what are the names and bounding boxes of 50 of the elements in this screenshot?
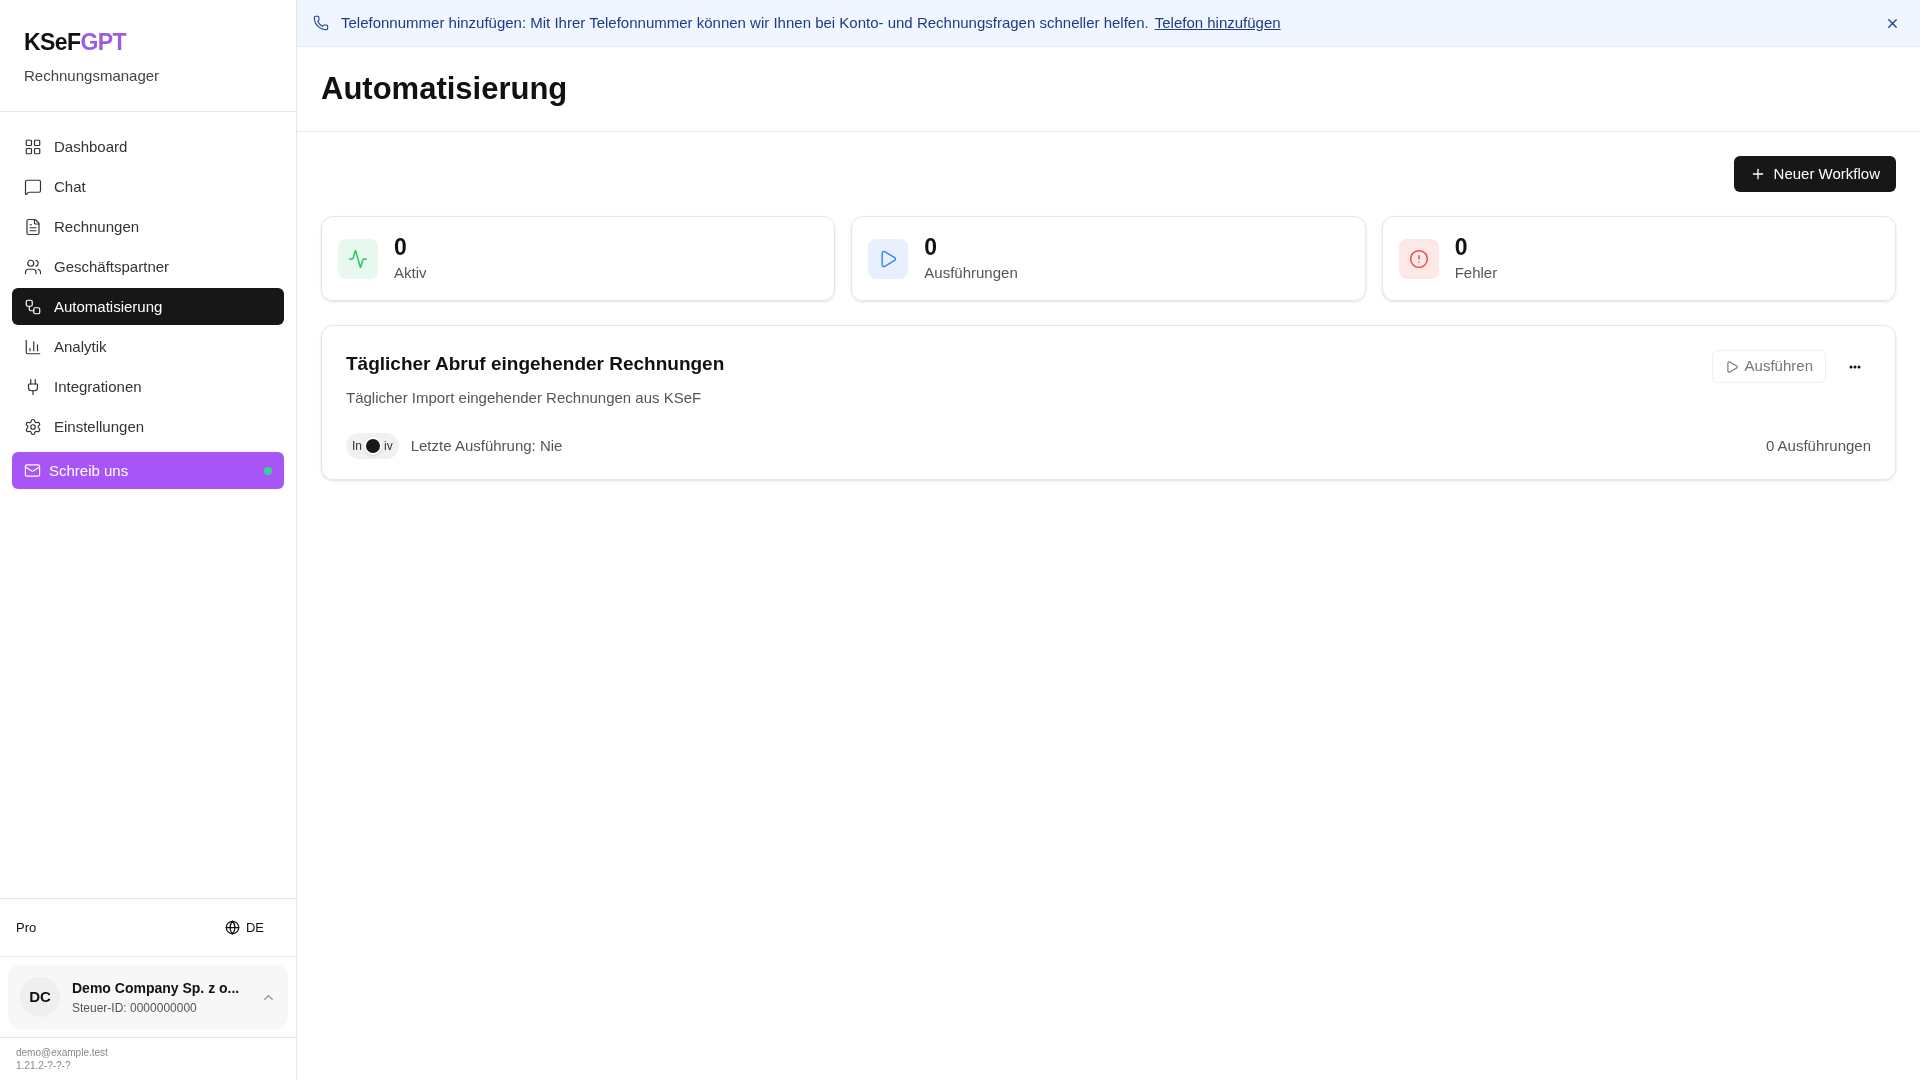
user-email: demo@example.test [16, 1046, 108, 1059]
new-workflow-button[interactable]: Neuer Workflow [1733, 156, 1896, 192]
nav-item[interactable]: Analytik [12, 328, 284, 366]
nav-item[interactable]: Chat [12, 168, 284, 206]
page-title: Automatisierung [321, 69, 568, 108]
plan-label: Pro [16, 918, 37, 937]
tax-id: Steuer-ID: 0000000000 [72, 999, 198, 1017]
users-icon [24, 257, 42, 276]
nav-item[interactable]: Geschäftspartner [12, 248, 284, 286]
stat-value: 0 [394, 232, 408, 262]
nav-item[interactable]: Rechnungen [12, 208, 284, 246]
mail-icon [24, 462, 41, 480]
nav-item[interactable]: Einstellungen [12, 408, 284, 446]
stat-label: Ausführungen [924, 262, 1018, 283]
nav-item[interactable]: Dashboard [12, 128, 284, 166]
last-run-text: Letzte Ausführung: Nie [410, 435, 564, 456]
nav-item[interactable]: Integrationen [12, 368, 284, 406]
language-button[interactable]: DE [224, 917, 280, 938]
workflow-title: Täglicher Abruf eingehender Rechnungen [346, 352, 726, 376]
run-button[interactable]: Ausführen [1711, 350, 1826, 383]
chat-icon [24, 177, 42, 196]
more-icon [1848, 364, 1861, 369]
app-version: 1.21.2-?-?-? [16, 1059, 71, 1072]
banner-text: Telefonnummer hinzufügen: Mit Ihrer Telefonnummer können wir Ihnen bei Konto- und Rechnungsfragen schneller helfen. [341, 12, 1149, 33]
bar-chart-icon [24, 337, 42, 356]
phone-icon [313, 15, 329, 31]
document-icon [24, 217, 42, 236]
activity-icon [338, 238, 378, 279]
app-subtitle: Rechnungsmanager [24, 65, 160, 86]
alert-icon [1398, 238, 1439, 279]
settings-icon [24, 417, 42, 436]
play-icon [868, 238, 909, 279]
logo: KSeFGPT [24, 28, 127, 57]
add-phone-link[interactable]: Telefon hinzufügen [1154, 11, 1281, 35]
status-toggle[interactable]: In iv [346, 433, 399, 459]
play-icon [1724, 359, 1739, 374]
stat-label: Aktiv [394, 262, 427, 283]
contact-button[interactable]: Schreib uns [12, 452, 284, 490]
stat-value: 0 [1454, 232, 1469, 262]
company-name: Demo Company Sp. z o... [72, 978, 241, 998]
avatar: DC [20, 977, 60, 1017]
run-count: 0 Ausführungen [1765, 435, 1871, 456]
stat-label: Fehler [1454, 262, 1498, 283]
dashboard-icon [24, 137, 42, 156]
nav-item[interactable]: Automatisierung [12, 288, 284, 326]
stat-value: 0 [924, 232, 939, 262]
workflow-description: Täglicher Import eingehender Rechnungen aus KSeF [346, 387, 703, 408]
account-switcher[interactable]: DC Demo Company Sp. z o... Steuer-ID: 0000000000 [8, 965, 288, 1029]
globe-icon [224, 920, 240, 935]
workflow-icon [24, 297, 42, 316]
